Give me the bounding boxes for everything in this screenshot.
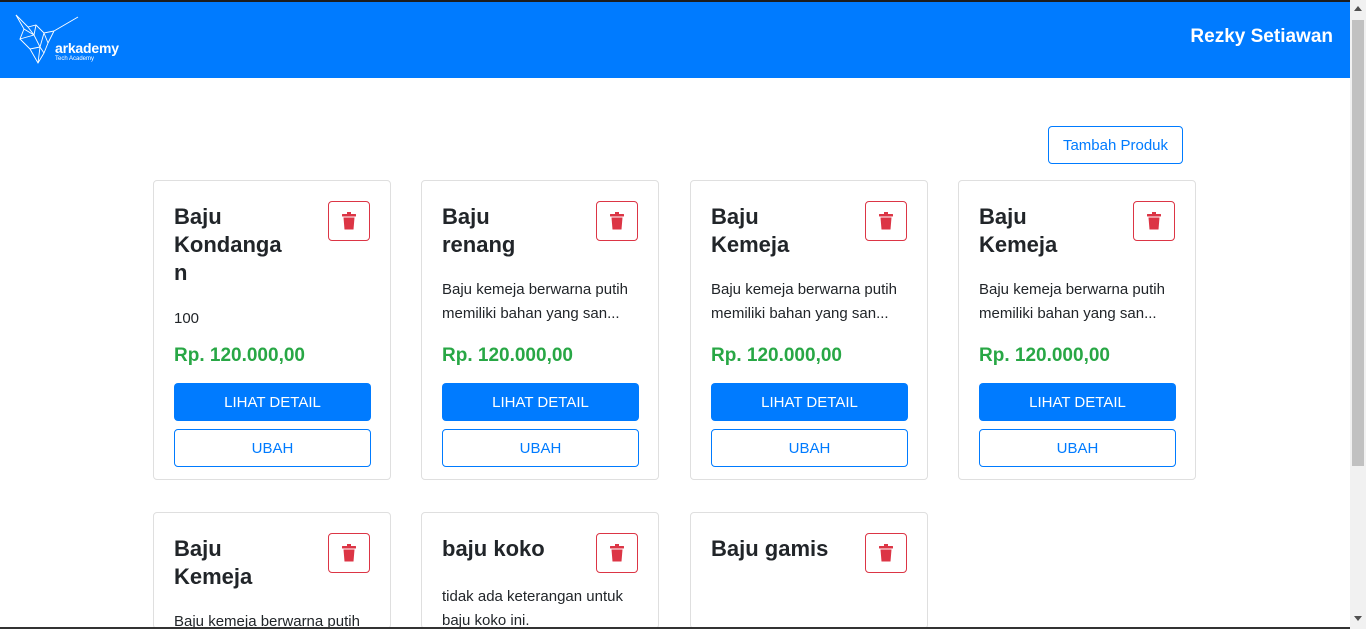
product-title: Baju Kemeja bbox=[979, 204, 1058, 257]
product-price: Rp. 120.000,00 bbox=[979, 345, 1110, 366]
edit-button[interactable]: UBAH bbox=[711, 429, 908, 467]
delete-button[interactable] bbox=[865, 533, 907, 573]
product-title: Baju gamis bbox=[711, 536, 829, 561]
edit-button[interactable]: UBAH bbox=[442, 429, 639, 467]
product-card: Baju Kondangan 100 Rp. 120.000,00 LIHAT … bbox=[153, 180, 391, 480]
product-title: Baju Kemeja bbox=[174, 536, 253, 589]
product-title: baju koko bbox=[442, 536, 545, 561]
product-card: Baju renang Baju kemeja berwarna putih m… bbox=[421, 180, 659, 480]
product-price: Rp. 120.000,00 bbox=[174, 345, 305, 366]
view-detail-button[interactable]: LIHAT DETAIL bbox=[442, 383, 639, 421]
product-price: Rp. 120.000,00 bbox=[442, 345, 573, 366]
add-product-button[interactable]: Tambah Produk bbox=[1048, 126, 1183, 164]
delete-button[interactable] bbox=[596, 533, 638, 573]
product-title: Baju Kondangan bbox=[174, 204, 282, 285]
trash-icon bbox=[342, 212, 356, 230]
view-detail-button[interactable]: LIHAT DETAIL bbox=[979, 383, 1176, 421]
trash-icon bbox=[1147, 212, 1161, 230]
brand-name: arkademy bbox=[55, 40, 119, 56]
vertical-scrollbar[interactable] bbox=[1350, 0, 1366, 629]
scroll-up-arrow-icon[interactable] bbox=[1354, 6, 1362, 11]
brand-logo[interactable]: arkademy Tech Academy bbox=[14, 13, 134, 69]
product-card: Baju Kemeja Baju kemeja berwarna putih bbox=[153, 512, 391, 629]
product-title: Baju Kemeja bbox=[711, 204, 790, 257]
product-card: Baju Kemeja Baju kemeja berwarna putih m… bbox=[958, 180, 1196, 480]
scroll-down-arrow-icon[interactable] bbox=[1354, 616, 1362, 621]
trash-icon bbox=[610, 544, 624, 562]
trash-icon bbox=[879, 544, 893, 562]
product-description: 100 bbox=[174, 310, 200, 327]
product-card: Baju Kemeja Baju kemeja berwarna putih m… bbox=[690, 180, 928, 480]
delete-button[interactable] bbox=[328, 201, 370, 241]
edit-button[interactable]: UBAH bbox=[979, 429, 1176, 467]
view-detail-button[interactable]: LIHAT DETAIL bbox=[174, 383, 371, 421]
product-description: tidak ada keterangan untuk baju koko ini… bbox=[442, 588, 623, 629]
product-card: Baju gamis bbox=[690, 512, 928, 629]
user-name[interactable]: Rezky Setiawan bbox=[1190, 26, 1333, 48]
edit-button[interactable]: UBAH bbox=[174, 429, 371, 467]
product-price: Rp. 120.000,00 bbox=[711, 345, 842, 366]
view-detail-button[interactable]: LIHAT DETAIL bbox=[711, 383, 908, 421]
product-description: Baju kemeja berwarna putih memiliki baha… bbox=[711, 281, 897, 322]
trash-icon bbox=[610, 212, 624, 230]
delete-button[interactable] bbox=[596, 201, 638, 241]
trash-icon bbox=[879, 212, 893, 230]
delete-button[interactable] bbox=[1133, 201, 1175, 241]
product-title: Baju renang bbox=[442, 204, 516, 257]
product-description: Baju kemeja berwarna putih memiliki baha… bbox=[979, 281, 1165, 322]
navbar: arkademy Tech Academy Rezky Setiawan bbox=[0, 2, 1350, 78]
product-card: baju koko tidak ada keterangan untuk baj… bbox=[421, 512, 659, 629]
delete-button[interactable] bbox=[865, 201, 907, 241]
product-description: Baju kemeja berwarna putih memiliki baha… bbox=[442, 281, 628, 322]
delete-button[interactable] bbox=[328, 533, 370, 573]
brand-tagline: Tech Academy bbox=[55, 56, 95, 62]
trash-icon bbox=[342, 544, 356, 562]
scrollbar-thumb[interactable] bbox=[1352, 20, 1364, 466]
